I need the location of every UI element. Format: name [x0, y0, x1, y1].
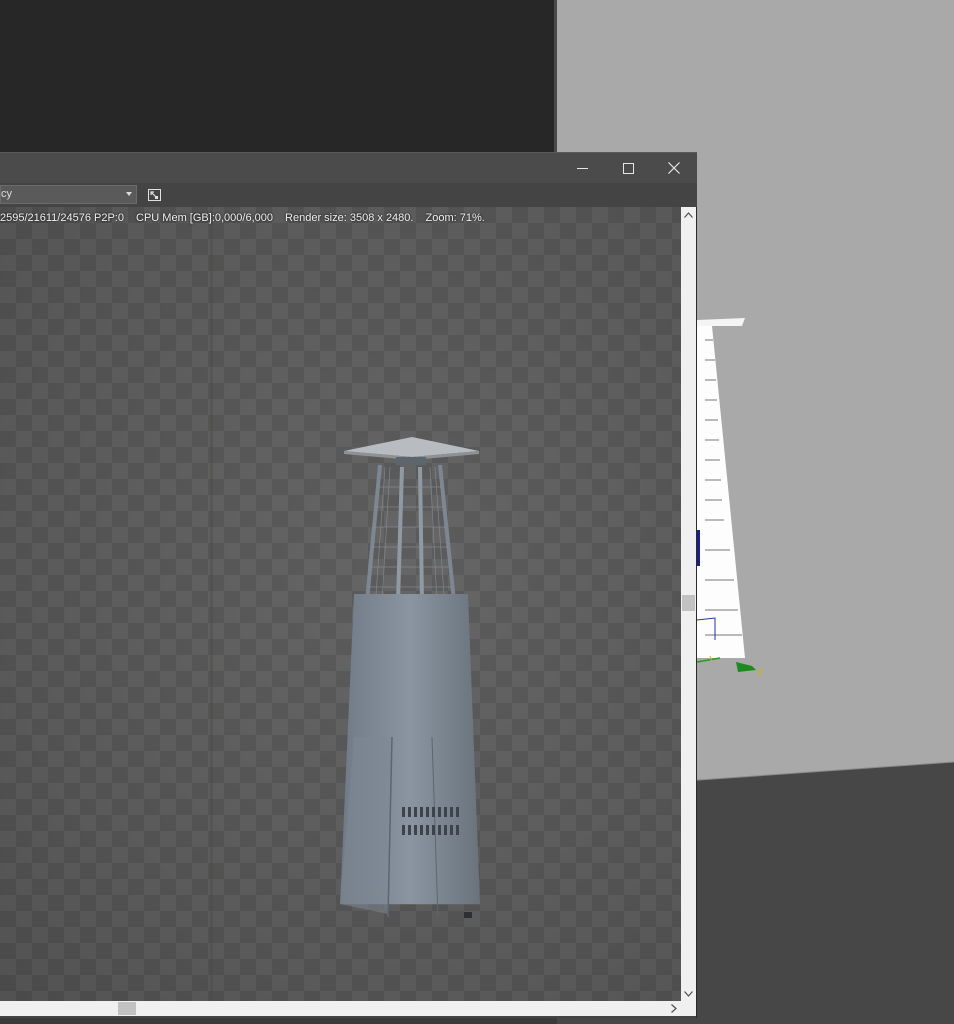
maximize-button[interactable]	[605, 153, 651, 183]
channel-dropdown-value: cy	[1, 188, 12, 200]
horizontal-scroll-thumb[interactable]	[118, 1002, 136, 1015]
gpu-memory-text: 2595/21611/24576 P2P:0	[0, 212, 124, 224]
horizontal-scrollbar[interactable]	[0, 1001, 681, 1016]
vertical-scroll-thumb[interactable]	[682, 595, 695, 611]
render-status-line: 2595/21611/24576 P2P:0 CPU Mem [GB]:0,00…	[0, 210, 494, 226]
minimize-icon	[576, 167, 588, 169]
scroll-up-button[interactable]	[681, 207, 696, 222]
channel-dropdown[interactable]: cy	[0, 185, 137, 204]
frame-buffer-window: cy 2595/21611/24576 P2P:0 CPU Mem [GB]:0…	[0, 152, 697, 1018]
scroll-down-button[interactable]	[681, 986, 696, 1001]
chevron-down-icon	[126, 192, 132, 196]
background-panel	[0, 0, 556, 155]
render-artifact-line	[210, 207, 213, 1001]
zoom-text: Zoom: 71%.	[425, 212, 485, 224]
minimize-button[interactable]	[559, 153, 605, 183]
scrollbar-corner	[681, 1001, 696, 1016]
window-titlebar[interactable]	[0, 152, 697, 183]
chevron-up-icon	[684, 211, 693, 218]
patio-heater-render	[340, 437, 480, 918]
close-button[interactable]	[651, 153, 697, 183]
track-region-icon	[147, 188, 161, 201]
maximize-icon	[622, 162, 634, 174]
viewport-heater-model[interactable]: y	[690, 300, 800, 700]
chevron-right-icon	[670, 1004, 677, 1013]
chevron-down-icon	[684, 990, 693, 997]
track-region-button[interactable]	[146, 187, 162, 202]
vertical-scrollbar[interactable]	[681, 207, 696, 1001]
render-size-text: Render size: 3508 x 2480.	[285, 212, 414, 224]
framebuffer-toolbar: cy	[0, 183, 697, 207]
render-canvas[interactable]: 2595/21611/24576 P2P:0 CPU Mem [GB]:0,00…	[0, 207, 681, 1001]
cpu-memory-text: CPU Mem [GB]:0,000/6,000	[136, 212, 273, 224]
close-icon	[668, 162, 680, 174]
axis-y-label: y	[758, 666, 763, 677]
scroll-right-button[interactable]	[666, 1001, 681, 1016]
